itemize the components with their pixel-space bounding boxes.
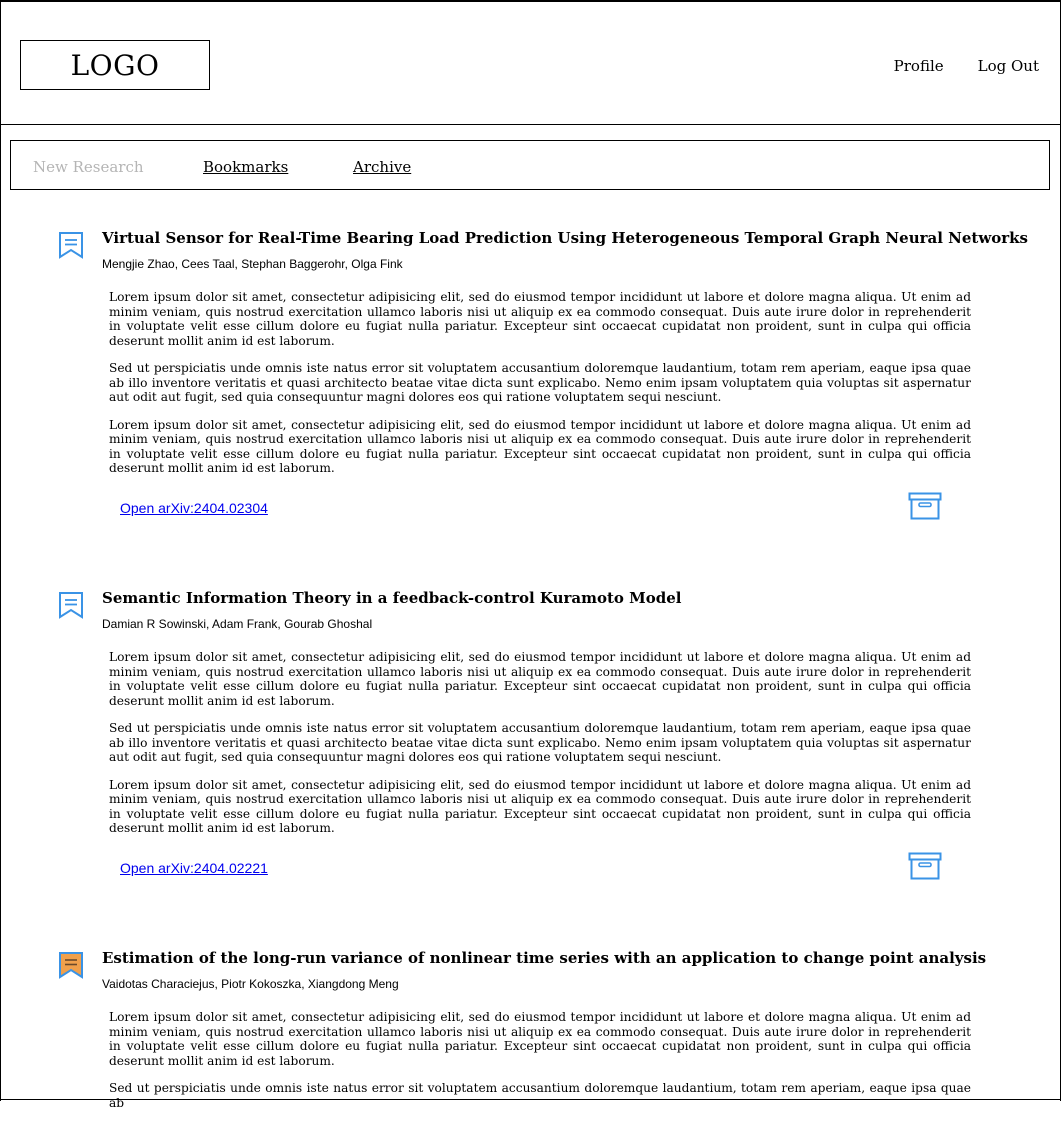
open-arxiv-link[interactable]: Open arXiv:2404.02304 (120, 500, 268, 516)
abstract-paragraph: Sed ut perspiciatis unde omnis iste natu… (109, 1081, 971, 1110)
header-divider (0, 124, 1061, 125)
bookmark-filled-icon[interactable] (58, 950, 84, 980)
paper-abstract: Lorem ipsum dolor sit amet, consectetur … (109, 290, 971, 489)
tab-archive[interactable]: Archive (353, 158, 411, 176)
logout-link[interactable]: Log Out (978, 57, 1039, 75)
logo[interactable]: LOGO (20, 40, 210, 90)
bookmark-icon[interactable] (58, 590, 84, 620)
abstract-paragraph: Lorem ipsum dolor sit amet, consectetur … (109, 777, 971, 836)
abstract-paragraph: Sed ut perspiciatis unde omnis iste natu… (109, 361, 971, 404)
paper-title[interactable]: Semantic Information Theory in a feedbac… (102, 589, 1002, 607)
tab-new-research[interactable]: New Research (33, 158, 144, 176)
paper-authors: Mengjie Zhao, Cees Taal, Stephan Baggero… (102, 257, 403, 271)
abstract-paragraph: Lorem ipsum dolor sit amet, consectetur … (109, 290, 971, 348)
open-arxiv-link[interactable]: Open arXiv:2404.02221 (120, 860, 268, 876)
bottom-border (0, 1099, 1061, 1100)
archive-icon[interactable] (908, 852, 942, 880)
abstract-paragraph: Lorem ipsum dolor sit amet, consectetur … (109, 1010, 971, 1068)
abstract-paragraph: Sed ut perspiciatis unde omnis iste natu… (109, 721, 971, 764)
tab-bookmarks[interactable]: Bookmarks (203, 158, 288, 176)
top-nav: Profile Log Out (894, 57, 1039, 75)
paper-title[interactable]: Estimation of the long-run variance of n… (102, 949, 1002, 967)
tab-bar: New Research Bookmarks Archive (10, 140, 1050, 190)
paper-title[interactable]: Virtual Sensor for Real-Time Bearing Loa… (102, 229, 1028, 247)
abstract-paragraph: Lorem ipsum dolor sit amet, consectetur … (109, 417, 971, 476)
paper-authors: Vaidotas Characiejus, Piotr Kokoszka, Xi… (102, 977, 399, 991)
profile-link[interactable]: Profile (894, 57, 944, 75)
paper-authors: Damian R Sowinski, Adam Frank, Gourab Gh… (102, 617, 373, 631)
paper-abstract: Lorem ipsum dolor sit amet, consectetur … (109, 650, 971, 849)
bookmark-icon[interactable] (58, 230, 84, 260)
paper-abstract: Lorem ipsum dolor sit amet, consectetur … (109, 1010, 971, 1123)
abstract-paragraph: Lorem ipsum dolor sit amet, consectetur … (109, 650, 971, 708)
archive-icon[interactable] (908, 492, 942, 520)
